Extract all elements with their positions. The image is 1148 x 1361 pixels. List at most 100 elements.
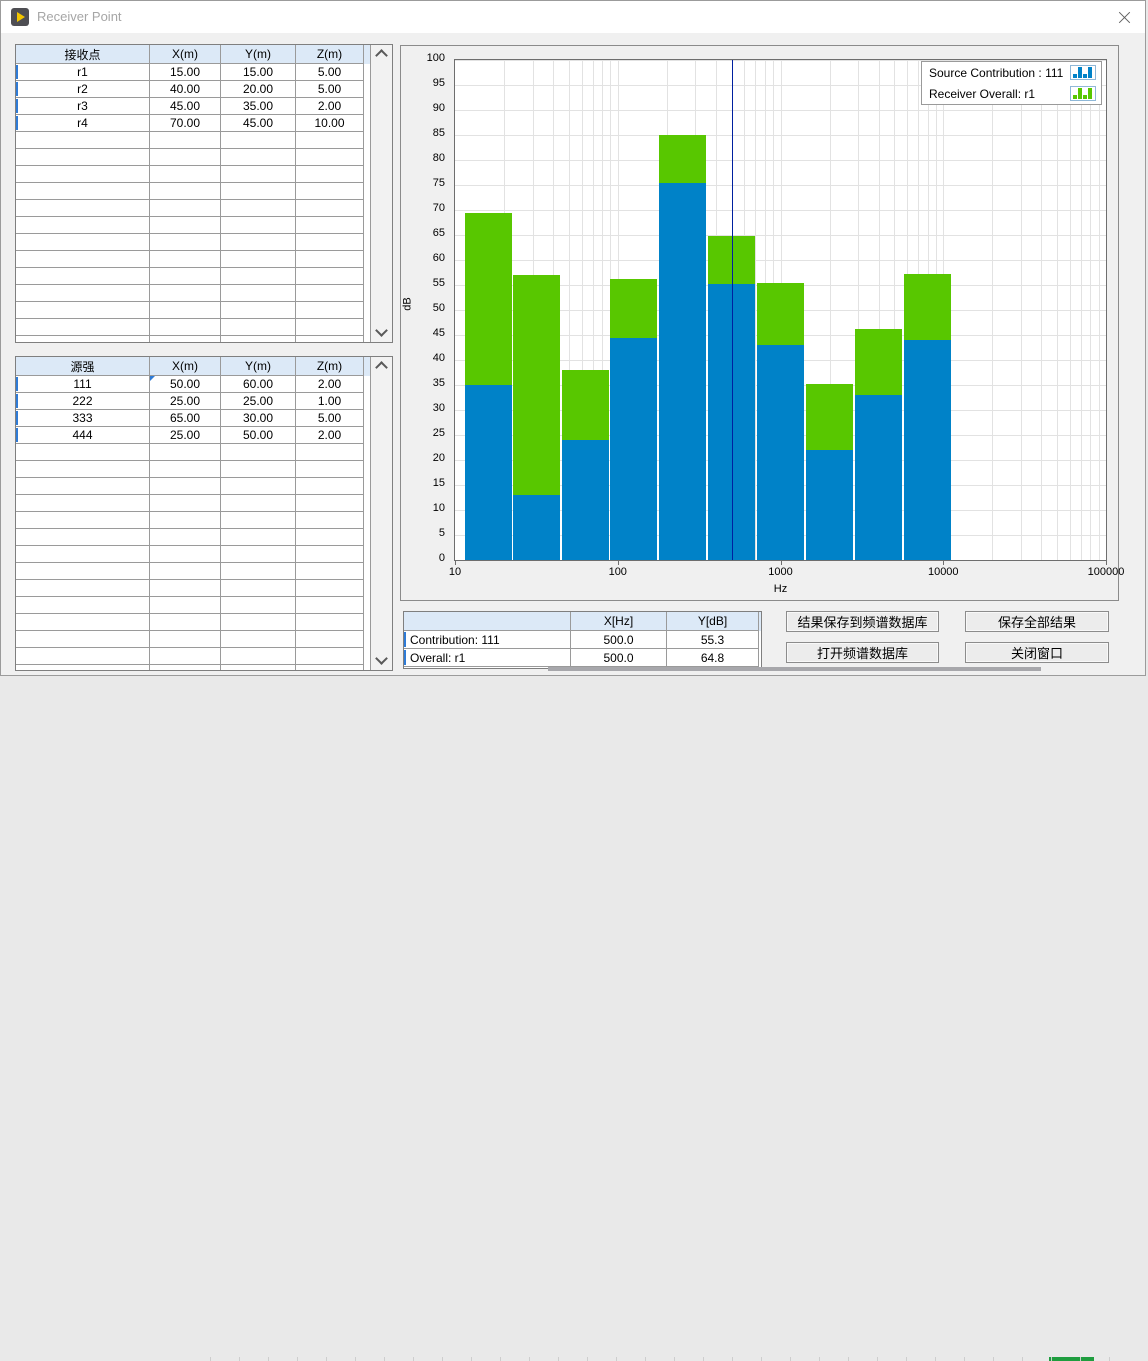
table-cell[interactable]: 40.00 bbox=[150, 81, 221, 98]
table-cell[interactable] bbox=[150, 478, 221, 495]
table-cell[interactable] bbox=[150, 234, 221, 251]
table-cell[interactable] bbox=[221, 336, 296, 342]
table-cell[interactable] bbox=[221, 495, 296, 512]
table-cell[interactable] bbox=[150, 302, 221, 319]
table-cell[interactable] bbox=[16, 597, 150, 614]
table-cell[interactable] bbox=[296, 461, 364, 478]
table-cell[interactable] bbox=[16, 444, 150, 461]
table-cell[interactable] bbox=[296, 132, 364, 149]
open-spectrum-db-button[interactable]: 打开频谱数据库 bbox=[786, 642, 939, 663]
table-cell[interactable] bbox=[221, 268, 296, 285]
table-cell[interactable]: 5.00 bbox=[296, 64, 364, 81]
table-cell[interactable] bbox=[150, 648, 221, 665]
table-cell[interactable]: 2.00 bbox=[296, 376, 364, 393]
table-cell[interactable] bbox=[150, 149, 221, 166]
legend-item-contribution[interactable]: Source Contribution : 111 bbox=[922, 62, 1101, 83]
table-cell[interactable] bbox=[221, 217, 296, 234]
table-cell[interactable]: 2.00 bbox=[296, 427, 364, 444]
table-cell[interactable] bbox=[16, 614, 150, 631]
table-cell[interactable] bbox=[150, 319, 221, 336]
table-cell[interactable]: 64.8 bbox=[667, 649, 759, 667]
source-table-scrollbar[interactable] bbox=[370, 357, 392, 670]
table-cell[interactable] bbox=[296, 495, 364, 512]
table-cell[interactable] bbox=[150, 166, 221, 183]
table-cell[interactable]: Overall: r1 bbox=[404, 649, 571, 667]
save-to-spectrum-db-button[interactable]: 结果保存到频谱数据库 bbox=[786, 611, 939, 632]
table-cell[interactable] bbox=[296, 234, 364, 251]
table-cell[interactable] bbox=[16, 132, 150, 149]
table-cell[interactable] bbox=[16, 665, 150, 670]
chevron-down-icon[interactable] bbox=[371, 653, 392, 669]
table-cell[interactable] bbox=[150, 251, 221, 268]
table-cell[interactable] bbox=[16, 631, 150, 648]
table-cell[interactable]: 333 bbox=[16, 410, 150, 427]
table-cell[interactable]: r3 bbox=[16, 98, 150, 115]
table-cell[interactable] bbox=[16, 546, 150, 563]
chevron-up-icon[interactable] bbox=[371, 46, 392, 62]
table-cell[interactable]: 45.00 bbox=[221, 115, 296, 132]
table-cell[interactable]: 15.00 bbox=[150, 64, 221, 81]
table-cell[interactable] bbox=[296, 546, 364, 563]
table-cell[interactable] bbox=[296, 166, 364, 183]
table-cell[interactable] bbox=[296, 529, 364, 546]
table-cell[interactable] bbox=[150, 200, 221, 217]
table-cell[interactable] bbox=[16, 478, 150, 495]
table-cell[interactable] bbox=[150, 444, 221, 461]
table-cell[interactable] bbox=[221, 251, 296, 268]
table-cell[interactable] bbox=[16, 251, 150, 268]
table-cell[interactable] bbox=[296, 512, 364, 529]
table-cell[interactable] bbox=[150, 285, 221, 302]
table-cell[interactable] bbox=[221, 285, 296, 302]
table-cell[interactable]: 25.00 bbox=[150, 393, 221, 410]
table-cell[interactable]: 500.0 bbox=[571, 631, 667, 649]
table-cell[interactable]: 222 bbox=[16, 393, 150, 410]
table-cell[interactable]: 55.3 bbox=[667, 631, 759, 649]
save-all-results-button[interactable]: 保存全部结果 bbox=[965, 611, 1109, 632]
table-cell[interactable] bbox=[150, 631, 221, 648]
table-cell[interactable] bbox=[150, 183, 221, 200]
table-cell[interactable]: 5.00 bbox=[296, 410, 364, 427]
close-window-button[interactable]: 关闭窗口 bbox=[965, 642, 1109, 663]
close-icon[interactable] bbox=[1116, 9, 1133, 26]
table-cell[interactable] bbox=[221, 563, 296, 580]
table-cell[interactable] bbox=[221, 580, 296, 597]
table-cell[interactable] bbox=[150, 665, 221, 670]
chevron-up-icon[interactable] bbox=[371, 358, 392, 374]
table-cell[interactable] bbox=[221, 478, 296, 495]
cursor-line[interactable] bbox=[732, 60, 733, 560]
table-cell[interactable] bbox=[221, 597, 296, 614]
table-cell[interactable] bbox=[221, 200, 296, 217]
table-cell[interactable] bbox=[296, 614, 364, 631]
table-cell[interactable] bbox=[221, 529, 296, 546]
table-cell[interactable]: 10.00 bbox=[296, 115, 364, 132]
table-cell[interactable] bbox=[221, 166, 296, 183]
table-cell[interactable] bbox=[16, 495, 150, 512]
table-cell[interactable] bbox=[296, 251, 364, 268]
plot-area[interactable] bbox=[454, 59, 1107, 561]
table-cell[interactable] bbox=[150, 546, 221, 563]
legend-item-overall[interactable]: Receiver Overall: r1 bbox=[922, 83, 1101, 104]
table-cell[interactable] bbox=[221, 319, 296, 336]
table-cell[interactable] bbox=[16, 268, 150, 285]
table-cell[interactable]: 50.00 bbox=[221, 427, 296, 444]
table-cell[interactable] bbox=[150, 217, 221, 234]
table-cell[interactable]: Contribution: 111 bbox=[404, 631, 571, 649]
table-cell[interactable]: 60.00 bbox=[221, 376, 296, 393]
table-cell[interactable] bbox=[296, 319, 364, 336]
table-cell[interactable] bbox=[16, 183, 150, 200]
table-cell[interactable] bbox=[16, 234, 150, 251]
table-cell[interactable]: r4 bbox=[16, 115, 150, 132]
table-cell[interactable] bbox=[16, 648, 150, 665]
table-cell[interactable] bbox=[16, 217, 150, 234]
table-cell[interactable] bbox=[221, 183, 296, 200]
table-cell[interactable] bbox=[296, 336, 364, 342]
table-cell[interactable] bbox=[16, 149, 150, 166]
table-cell[interactable]: 25.00 bbox=[221, 393, 296, 410]
table-cell[interactable] bbox=[296, 648, 364, 665]
table-cell[interactable]: 30.00 bbox=[221, 410, 296, 427]
table-cell[interactable] bbox=[221, 302, 296, 319]
table-cell[interactable] bbox=[221, 665, 296, 670]
table-cell[interactable]: 70.00 bbox=[150, 115, 221, 132]
table-cell[interactable] bbox=[221, 614, 296, 631]
table-cell[interactable] bbox=[221, 546, 296, 563]
